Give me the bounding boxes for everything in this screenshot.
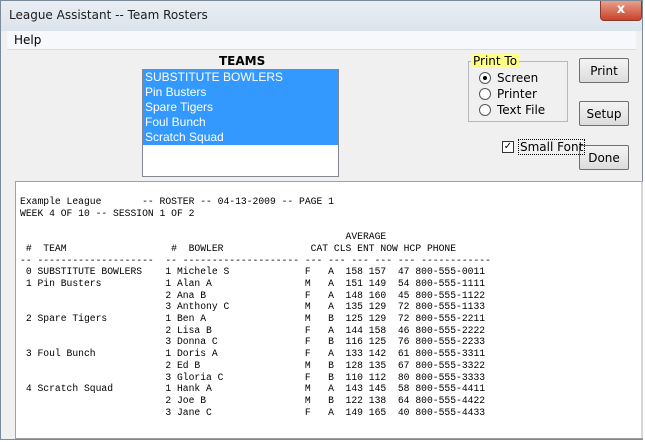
report-text: Example League -- ROSTER -- 04-13-2009 -…: [20, 196, 491, 418]
radio-screen[interactable]: Screen: [479, 71, 538, 85]
teams-listbox[interactable]: SUBSTITUTE BOWLERS Pin Busters Spare Tig…: [142, 69, 339, 177]
radio-text-file[interactable]: Text File: [479, 103, 545, 117]
report-row: 2 Spare Tigers 1 Ben A M B 125 129 72 80…: [20, 313, 486, 325]
checkbox-checked-icon[interactable]: ✓: [502, 140, 514, 153]
setup-button[interactable]: Setup: [579, 101, 629, 126]
print-to-legend: Print To: [471, 54, 520, 68]
team-item[interactable]: Spare Tigers: [143, 100, 338, 115]
print-button[interactable]: Print: [579, 58, 629, 83]
report-row: 3 Gloria C F B 110 112 80 800-555-3333: [20, 371, 486, 383]
small-font-checkbox[interactable]: ✓ Small Font: [502, 139, 586, 155]
title-bar[interactable]: League Assistant -- Team Rosters x: [1, 1, 642, 31]
team-item[interactable]: SUBSTITUTE BOWLERS: [143, 70, 338, 85]
radio-label-text-file: Text File: [497, 103, 546, 117]
report-preview[interactable]: Example League -- ROSTER -- 04-13-2009 -…: [15, 181, 643, 439]
radio-icon[interactable]: [479, 103, 491, 116]
window-title: League Assistant -- Team Rosters: [9, 8, 208, 22]
teams-label: TEAMS: [219, 54, 266, 68]
close-button[interactable]: x: [600, 1, 642, 21]
report-row: 2 Lisa B F A 144 158 46 800-555-2222: [20, 324, 486, 336]
report-header-line: WEEK 4 OF 10 -- SESSION 1 OF 2: [20, 207, 195, 219]
radio-label-screen: Screen: [497, 71, 539, 85]
team-item[interactable]: Scratch Squad: [143, 130, 338, 145]
report-row: 3 Jane C F A 149 165 40 800-555-4433: [20, 406, 486, 418]
report-column-header: # TEAM # BOWLER CAT CLS ENT NOW HCP PHON…: [20, 242, 457, 254]
team-item[interactable]: Foul Bunch: [143, 115, 338, 130]
radio-label-printer: Printer: [497, 87, 537, 101]
report-row: 2 Joe B M B 122 138 64 800-555-4422: [20, 394, 486, 406]
report-row: 3 Donna C F B 116 125 76 800-555-2233: [20, 336, 486, 348]
main-window: League Assistant -- Team Rosters x Help …: [0, 0, 643, 440]
report-row: 0 SUBSTITUTE BOWLERS 1 Michele S F A 158…: [20, 266, 486, 278]
report-row: 3 Anthony C M A 135 129 72 800-555-1133: [20, 301, 486, 313]
report-rule: -- -------------------- -- -------------…: [20, 254, 491, 266]
radio-printer[interactable]: Printer: [479, 87, 537, 101]
report-row: 2 Ed B M B 128 135 67 800-555-3322: [20, 359, 486, 371]
small-font-label: Small Font: [518, 139, 586, 155]
report-column-header: AVERAGE: [20, 231, 387, 243]
menu-help[interactable]: Help: [14, 33, 41, 47]
done-button[interactable]: Done: [579, 145, 629, 170]
menu-bar: Help: [7, 31, 636, 50]
radio-selected-icon[interactable]: [479, 71, 491, 84]
report-row: 4 Scratch Squad 1 Hank A M A 143 145 58 …: [20, 383, 486, 395]
radio-icon[interactable]: [479, 87, 491, 100]
vertical-scrollbar[interactable]: [641, 182, 643, 438]
team-item[interactable]: Pin Busters: [143, 85, 338, 100]
report-row: 2 Ana B F A 148 160 45 800-555-1122: [20, 289, 486, 301]
report-header-line: Example League -- ROSTER -- 04-13-2009 -…: [20, 196, 334, 207]
report-row: 1 Pin Busters 1 Alan A M A 151 149 54 80…: [20, 277, 486, 289]
report-row: 3 Foul Bunch 1 Doris A F A 133 142 61 80…: [20, 348, 486, 360]
